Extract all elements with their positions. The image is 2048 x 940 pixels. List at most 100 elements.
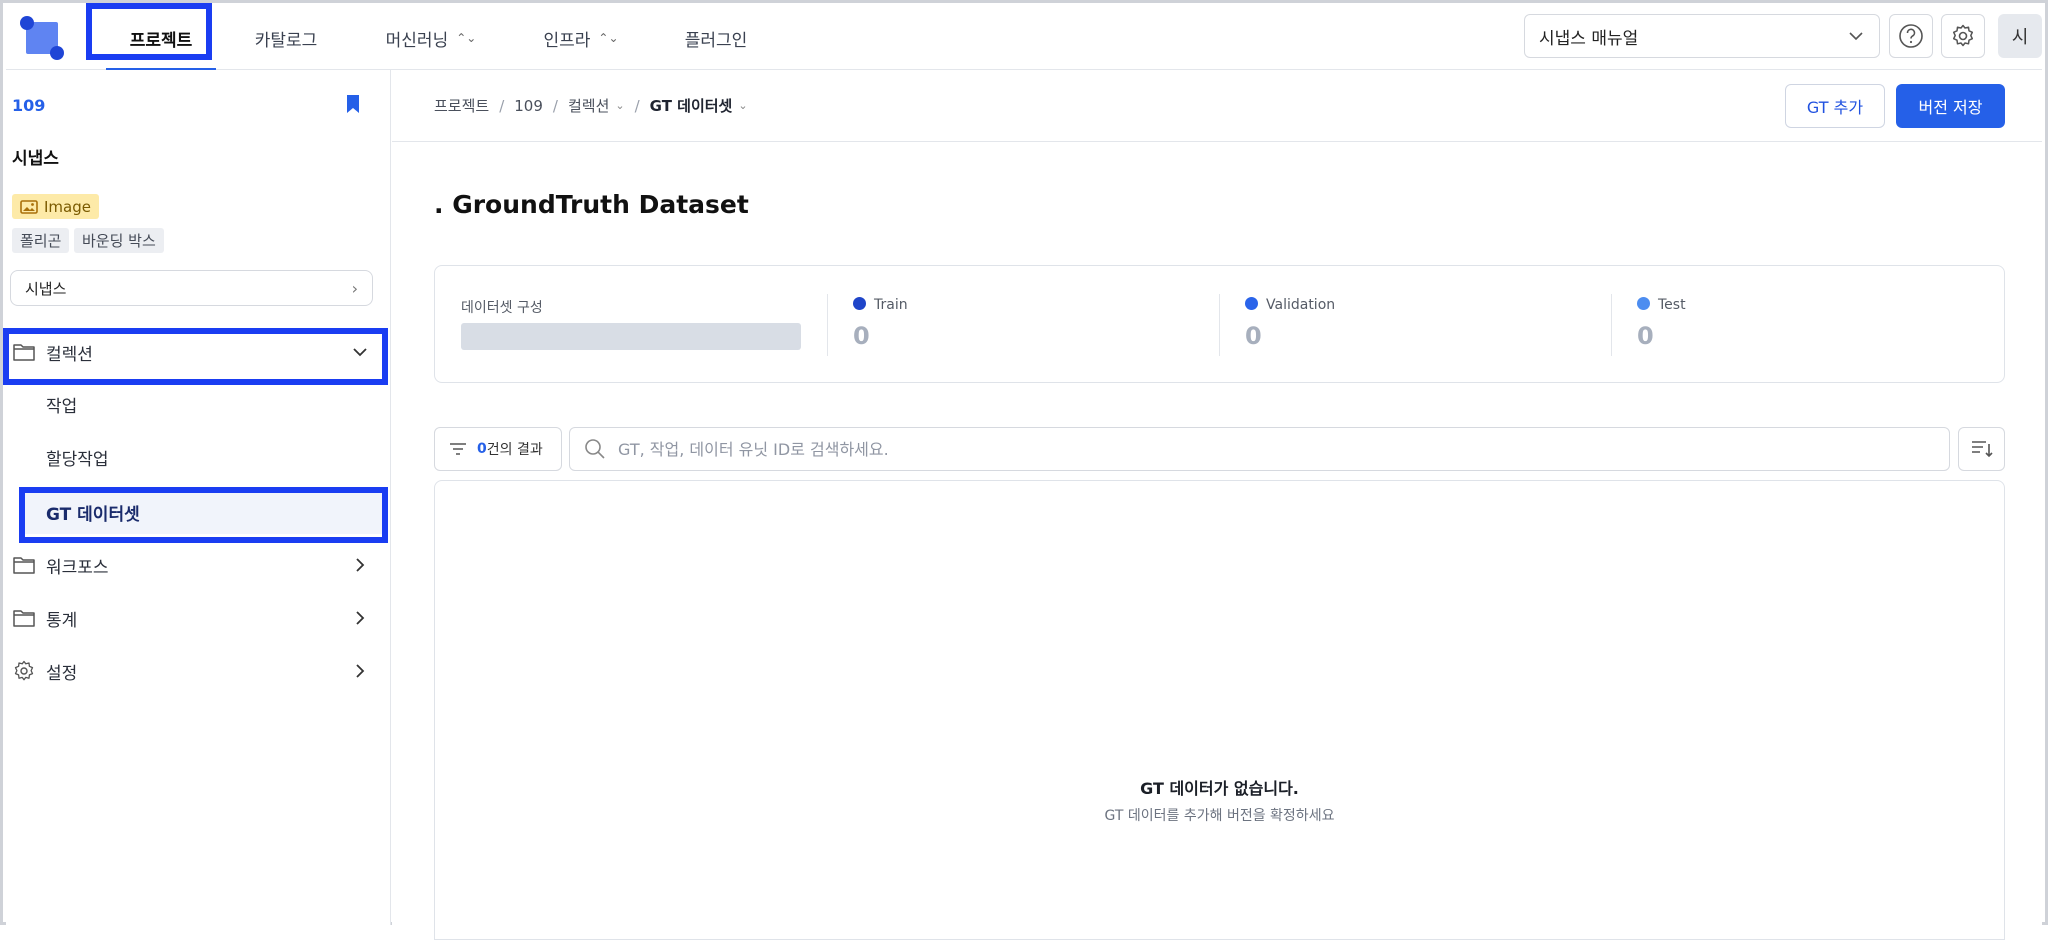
sidebar-section-collection[interactable]: 컬렉션 bbox=[6, 330, 391, 374]
nav-tab-infra[interactable]: 인프라 ⌃⌄ bbox=[526, 6, 636, 70]
help-icon bbox=[1899, 24, 1923, 48]
nav-tab-plugins[interactable]: 플러그인 bbox=[661, 6, 771, 70]
gear-icon bbox=[14, 660, 34, 681]
stat-value: 0 bbox=[1245, 322, 1262, 350]
sidebar: 109 시냅스 Image 폴리곤 바운딩 박스 시냅스 › 컬렉션 작업 할당… bbox=[6, 70, 391, 925]
chevron-updown-icon: ⌃⌄ bbox=[598, 31, 619, 45]
stat-label-text: Train bbox=[874, 297, 908, 313]
nav-tab-label: 플러그인 bbox=[684, 30, 748, 51]
sidebar-item-label: 할당작업 bbox=[46, 449, 109, 470]
data-type-badge: Image bbox=[12, 194, 99, 219]
sidebar-item-assigned-tasks[interactable]: 할당작업 bbox=[6, 435, 391, 479]
dataset-composition: 데이터셋 구성 bbox=[435, 266, 825, 384]
chevron-down-icon[interactable]: ⌄ bbox=[738, 99, 747, 112]
breadcrumb-projects[interactable]: 프로젝트 bbox=[434, 95, 489, 116]
chevron-right-icon: › bbox=[351, 278, 358, 298]
divider bbox=[1611, 294, 1612, 356]
folder-icon bbox=[13, 344, 35, 361]
train-dot-icon bbox=[853, 297, 866, 310]
avatar[interactable]: 시 bbox=[1998, 14, 2042, 58]
manual-select[interactable]: 시냅스 매뉴얼 bbox=[1524, 14, 1880, 58]
divider bbox=[827, 294, 828, 356]
save-version-button[interactable]: 버전 저장 bbox=[1896, 84, 2005, 128]
breadcrumb-separator: / bbox=[552, 96, 558, 115]
sidebar-item-label: GT 데이터셋 bbox=[46, 504, 140, 525]
dataset-stats-card: 데이터셋 구성 Train 0 Validation 0 Test 0 bbox=[434, 265, 2005, 383]
filter-icon bbox=[450, 443, 466, 455]
sidebar-section-label: 설정 bbox=[46, 663, 78, 684]
stat-label-text: Test bbox=[1658, 297, 1686, 313]
help-button[interactable] bbox=[1889, 14, 1933, 58]
sidebar-item-tasks[interactable]: 작업 bbox=[6, 382, 391, 426]
nav-tab-machine-learning[interactable]: 머신러닝 ⌃⌄ bbox=[366, 6, 496, 70]
app-logo-icon[interactable] bbox=[20, 16, 66, 62]
add-gt-button[interactable]: GT 추가 bbox=[1785, 84, 1885, 128]
nav-tab-projects[interactable]: 프로젝트 bbox=[106, 6, 216, 71]
stat-value: 0 bbox=[1637, 322, 1654, 350]
breadcrumb-collection[interactable]: 컬렉션 bbox=[568, 95, 609, 116]
sidebar-item-gt-dataset[interactable]: GT 데이터셋 bbox=[20, 490, 386, 534]
gt-data-empty-state: GT 데이터가 없습니다. GT 데이터를 추가해 버전을 확정하세요 bbox=[434, 480, 2005, 940]
sidebar-section-workforce[interactable]: 워크포스 bbox=[6, 543, 391, 587]
empty-state-subtitle: GT 데이터를 추가해 버전을 확정하세요 bbox=[1104, 808, 1335, 824]
breadcrumb-gt-dataset[interactable]: GT 데이터셋 bbox=[650, 95, 733, 116]
chevron-down-icon[interactable]: ⌄ bbox=[615, 99, 624, 112]
tag-bounding-box: 바운딩 박스 bbox=[74, 228, 164, 253]
gear-icon bbox=[1952, 24, 1974, 47]
folder-icon bbox=[13, 610, 35, 627]
chevron-updown-icon: ⌃⌄ bbox=[456, 31, 477, 45]
result-count-suffix: 건의 결과 bbox=[486, 442, 543, 458]
folder-icon bbox=[13, 557, 35, 574]
top-navigation: 프로젝트 카탈로그 머신러닝 ⌃⌄ 인프라 ⌃⌄ 플러그인 시냅스 매뉴얼 시 bbox=[6, 6, 2042, 71]
stat-label: Test bbox=[1637, 297, 1686, 313]
filter-button[interactable]: 0 건의 결과 bbox=[434, 427, 562, 471]
search-bar[interactable] bbox=[569, 427, 1950, 471]
app-window: 프로젝트 카탈로그 머신러닝 ⌃⌄ 인프라 ⌃⌄ 플러그인 시냅스 매뉴얼 시 … bbox=[0, 0, 2048, 940]
test-dot-icon bbox=[1637, 297, 1650, 310]
sidebar-section-label: 컬렉션 bbox=[46, 344, 93, 365]
chevron-down-icon bbox=[353, 348, 367, 357]
sort-button[interactable] bbox=[1958, 427, 2005, 471]
page-toolbar: 프로젝트 / 109 / 컬렉션 ⌄ / GT 데이터셋 ⌄ GT 추가 버전 … bbox=[392, 70, 2042, 142]
nav-tab-label: 인프라 bbox=[543, 30, 591, 51]
settings-button[interactable] bbox=[1941, 14, 1985, 58]
stat-test: Test 0 bbox=[1637, 266, 1997, 384]
divider bbox=[1219, 294, 1220, 356]
breadcrumb-separator: / bbox=[634, 96, 640, 115]
image-icon bbox=[20, 199, 38, 214]
sidebar-section-statistics[interactable]: 통계 bbox=[6, 596, 391, 640]
avatar-initial: 시 bbox=[2011, 27, 2029, 48]
chevron-right-icon bbox=[356, 558, 365, 572]
breadcrumb-project-id[interactable]: 109 bbox=[514, 97, 543, 115]
project-select-value: 시냅스 bbox=[25, 279, 67, 298]
sidebar-section-label: 통계 bbox=[46, 610, 78, 631]
stat-value: 0 bbox=[853, 322, 870, 350]
sort-icon bbox=[1971, 441, 1993, 458]
data-type-label: Image bbox=[44, 197, 91, 216]
manual-select-value: 시냅스 매뉴얼 bbox=[1539, 28, 1639, 49]
stat-validation: Validation 0 bbox=[1245, 266, 1605, 384]
nav-tab-label: 머신러닝 bbox=[385, 30, 449, 51]
breadcrumb-separator: / bbox=[499, 96, 505, 115]
project-name: 시냅스 bbox=[12, 149, 59, 169]
chevron-right-icon bbox=[356, 664, 365, 678]
composition-label: 데이터셋 구성 bbox=[461, 300, 543, 316]
sidebar-section-settings[interactable]: 설정 bbox=[6, 649, 391, 693]
tag-polygon: 폴리곤 bbox=[12, 228, 70, 253]
sidebar-section-label: 워크포스 bbox=[46, 557, 109, 578]
project-select[interactable]: 시냅스 › bbox=[10, 270, 373, 306]
nav-tab-label: 카탈로그 bbox=[254, 30, 318, 51]
bookmark-icon[interactable] bbox=[344, 94, 362, 114]
nav-tab-catalog[interactable]: 카탈로그 bbox=[231, 6, 341, 70]
result-count: 0 bbox=[477, 441, 487, 457]
search-icon bbox=[585, 439, 605, 459]
composition-bar bbox=[461, 323, 801, 350]
stat-train: Train 0 bbox=[853, 266, 1213, 384]
chevron-down-icon bbox=[1849, 32, 1863, 41]
stat-label-text: Validation bbox=[1266, 297, 1336, 313]
project-id[interactable]: 109 bbox=[12, 96, 45, 115]
sidebar-item-label: 작업 bbox=[46, 396, 78, 417]
nav-tab-label: 프로젝트 bbox=[129, 30, 193, 51]
empty-state-title: GT 데이터가 없습니다. bbox=[1140, 779, 1299, 798]
search-input[interactable] bbox=[618, 439, 1918, 459]
